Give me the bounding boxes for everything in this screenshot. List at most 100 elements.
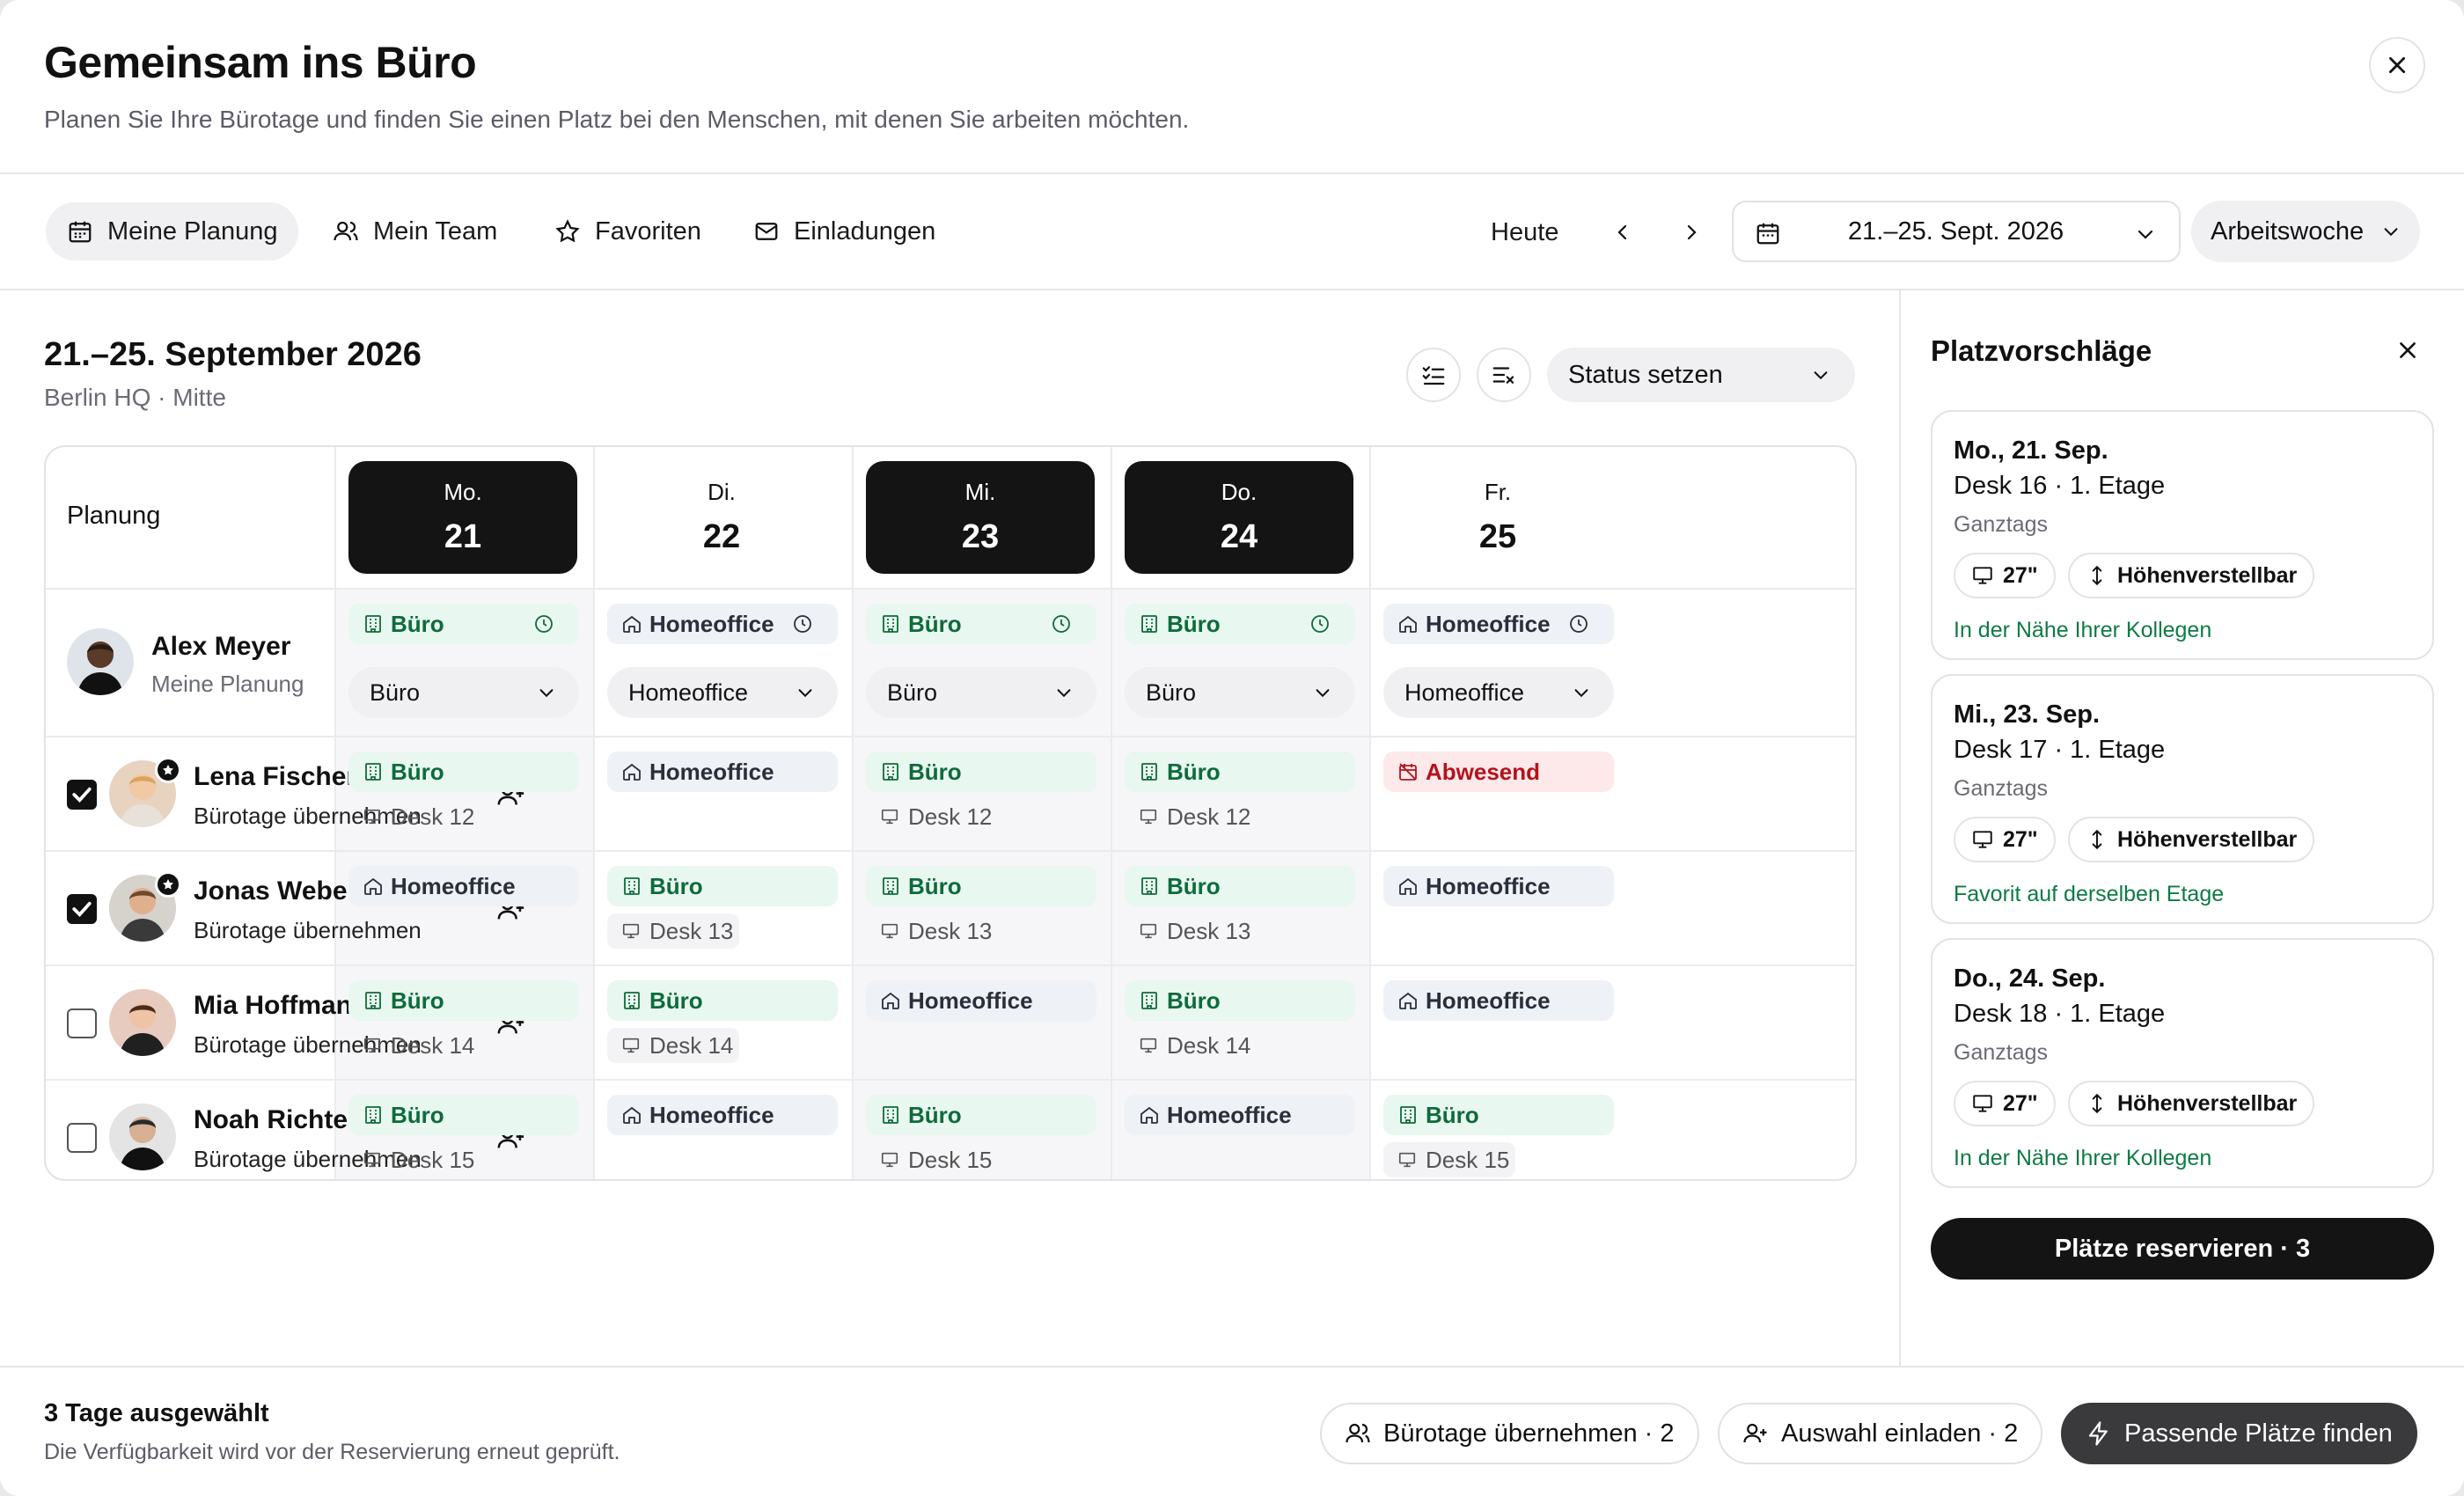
mail-icon [755,223,778,240]
selection-hint: Die Verfügbarkeit wird vor der Reservier… [44,1440,620,1464]
day-pill[interactable]: Di. 22 [607,461,836,574]
status-dropdown[interactable]: Büro [866,667,1096,718]
date-range-picker[interactable]: 21.–25. Sept. 2026 [1732,201,2181,262]
status-chip: Büro [866,752,1096,792]
home-icon [882,992,899,1009]
desk-label: Desk 12 [348,799,579,834]
building-icon [365,992,381,1009]
status-label: Homeoffice [649,610,774,637]
clock-icon [794,615,811,633]
view-select[interactable]: Arbeitswoche [2191,201,2420,262]
status-chip: Büro [348,604,579,644]
chevron-down-icon [1057,689,1071,698]
date-range-value: 21.–25. Sept. 2026 [1848,216,2064,246]
prev-week-button[interactable] [1603,213,1642,252]
status-label: Büro [908,872,962,899]
height-badge: Höhenverstellbar [2068,1081,2315,1126]
footer: 3 Tage ausgewählt Die Verfügbarkeit wird… [0,1366,2464,1496]
clock-icon [1052,615,1070,633]
status-dropdown[interactable]: Büro [348,667,579,718]
day-pill[interactable]: Mo. 21 [348,461,577,574]
tab-favoriten[interactable]: Favoriten [533,202,722,260]
select-all-button[interactable] [1406,348,1461,402]
day-header[interactable]: Do. 24 [1111,447,1369,590]
clock-icon [535,615,553,633]
day-name: Di. [708,479,736,505]
tab-meine-planung[interactable]: Meine Planung [46,202,299,260]
status-dropdown[interactable]: Homeoffice [607,667,838,718]
building-icon [1141,763,1157,781]
tab-einladungen[interactable]: Einladungen [732,202,957,260]
home-icon [1140,1106,1158,1124]
monitor-icon [1973,1095,1992,1112]
users-icon [1346,1423,1370,1443]
status-dropdown[interactable]: Homeoffice [1383,667,1614,718]
home-icon [623,763,641,781]
monitor-icon [1140,809,1157,825]
desk-label: Desk 15 [348,1142,579,1177]
person-checkbox[interactable] [67,894,97,924]
home-icon [1399,992,1417,1009]
clock-icon [1311,615,1329,633]
check-icon [72,901,92,917]
arrows-vertical-icon [2092,829,2102,850]
building-icon [1141,992,1157,1009]
screen-badge: 27" [1954,817,2056,862]
day-header[interactable]: Fr. 25 [1369,447,1628,590]
day-header[interactable]: Mi. 23 [852,447,1111,590]
person-checkbox[interactable] [67,1008,97,1038]
monitor-icon [881,809,898,825]
invite-selection-button[interactable]: Auswahl einladen · 2 [1718,1403,2043,1464]
desk-name: Desk 14 [1167,1031,1251,1059]
status-label: Büro [1426,1101,1479,1128]
person-checkbox[interactable] [67,780,97,810]
badge-label: Höhenverstellbar [2117,1090,2298,1116]
suggestion-card[interactable]: Mi., 23. Sep. Desk 17 · 1. Etage Ganztags 2… [1931,674,2434,924]
day-pill[interactable]: Mi. 23 [866,461,1095,574]
status-chip: Büro [607,866,838,906]
building-icon [1141,615,1157,633]
monitor-icon [363,809,381,825]
week-title: 21.–25. September 2026 [44,336,422,373]
card-time: Ganztags [1954,776,2049,801]
day-header[interactable]: Mo. 21 [334,447,593,590]
status-label: Büro [908,610,962,637]
screen-badge: 27" [1954,1081,2056,1126]
adopt-office-days-button[interactable]: Bürotage übernehmen · 2 [1320,1403,1699,1464]
clear-selection-button[interactable] [1477,348,1531,402]
status-select[interactable]: Status setzen [1547,348,1855,402]
desk-label: Desk 13 [1125,913,1355,949]
avatar [109,1104,176,1170]
status-chip: Büro [866,604,1096,644]
desk-label: Desk 14 [607,1028,739,1063]
today-button[interactable]: Heute [1491,218,1558,247]
building-icon [883,877,898,895]
status-chip: Büro [1125,866,1355,906]
suggestion-card[interactable]: Do., 24. Sep. Desk 18 · 1. Etage Ganztags 2… [1931,938,2434,1188]
status-label: Büro [391,758,444,785]
day-pill[interactable]: Fr. 25 [1383,461,1612,574]
status-chip: Büro [866,866,1096,906]
arrows-vertical-icon [2092,565,2102,586]
close-button[interactable] [2369,37,2425,93]
find-seats-button[interactable]: Passende Plätze finden [2061,1403,2417,1464]
status-dropdown[interactable]: Büro [1125,667,1355,718]
location-label: Berlin HQ · Mitte [44,384,226,411]
clear-list-icon [1492,367,1514,384]
day-header[interactable]: Di. 22 [593,447,852,590]
status-label: Homeoffice [1426,986,1551,1014]
dropdown-value: Homeoffice [1404,678,1525,706]
panel-close-button[interactable] [2390,333,2425,368]
person-checkbox[interactable] [67,1123,97,1153]
reserve-button[interactable]: Plätze reservieren · 3 [1931,1218,2434,1280]
tab-mein-team[interactable]: Mein Team [312,202,518,260]
monitor-icon [1140,923,1157,939]
monitor-icon [622,1038,640,1053]
status-chip: Homeoffice [348,866,579,906]
next-week-button[interactable] [1672,213,1711,252]
card-time: Ganztags [1954,512,2049,537]
building-icon [624,992,640,1009]
status-chip: Büro [348,980,579,1021]
day-pill[interactable]: Do. 24 [1125,461,1353,574]
suggestion-card[interactable]: Mo., 21. Sep. Desk 16 · 1. Etage Ganztags 2… [1931,410,2434,660]
